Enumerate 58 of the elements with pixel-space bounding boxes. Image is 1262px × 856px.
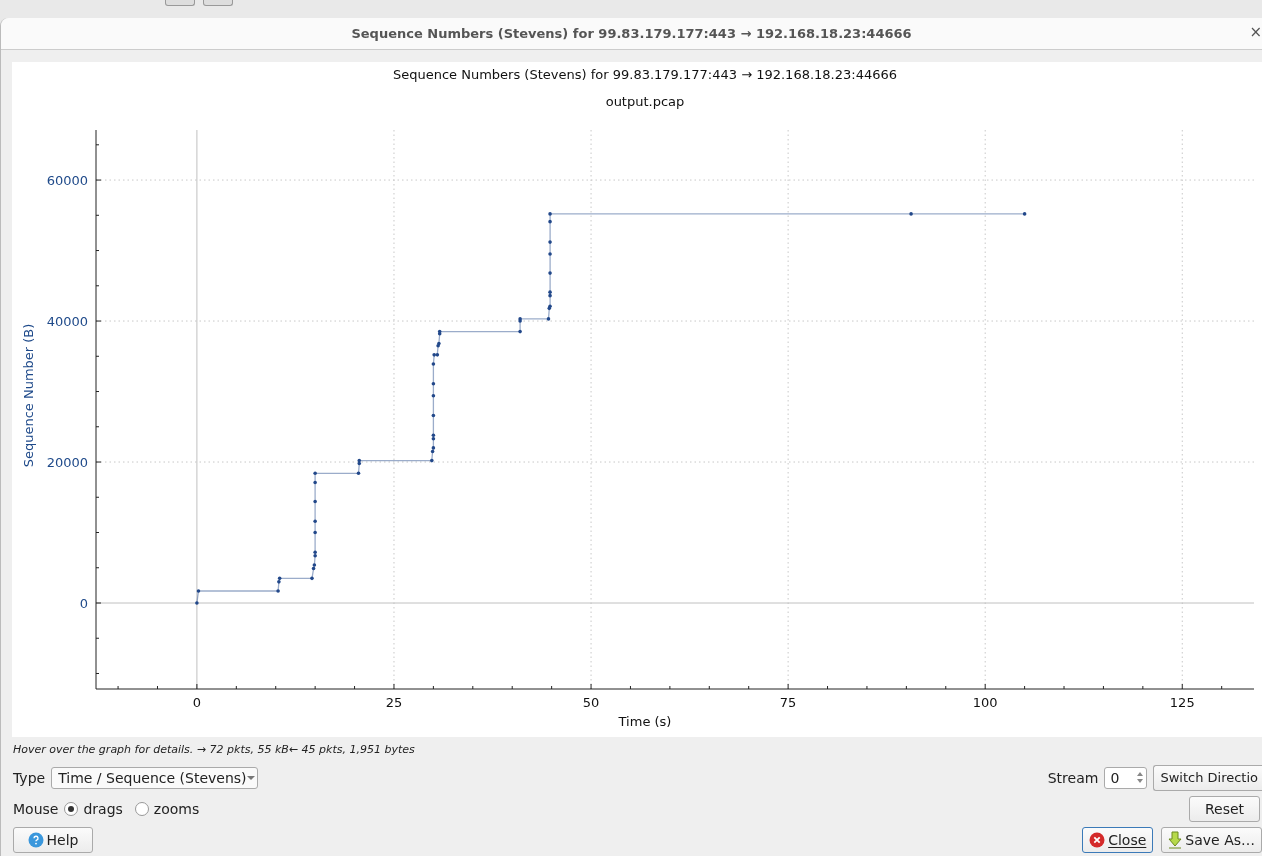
data-point bbox=[518, 329, 522, 334]
data-point bbox=[313, 530, 317, 535]
data-point bbox=[548, 240, 552, 244]
file-name: output.pcap bbox=[605, 94, 685, 109]
tick-label: 40000 bbox=[46, 314, 88, 330]
data-point bbox=[548, 212, 552, 216]
tick-label: 75 bbox=[779, 695, 797, 710]
window-title: Sequence Numbers (Stevens) for 99.83.179.177:443 → 192.168.18.23:44666 bbox=[351, 26, 912, 41]
data-point bbox=[313, 519, 317, 524]
tick-label: 20000 bbox=[46, 455, 88, 470]
help-icon bbox=[27, 831, 44, 848]
tick-label: 0 bbox=[79, 596, 88, 611]
data-point bbox=[431, 413, 436, 418]
download-arrow-icon bbox=[1168, 830, 1183, 849]
data-point bbox=[356, 471, 361, 476]
data-point bbox=[195, 601, 199, 605]
tick-label: 100 bbox=[972, 695, 998, 710]
data-point bbox=[431, 362, 436, 366]
data-point bbox=[548, 252, 552, 256]
tick-label: 0 bbox=[192, 695, 202, 710]
tick-label: 25 bbox=[385, 695, 403, 710]
data-point bbox=[1022, 212, 1027, 216]
close-icon bbox=[1089, 831, 1106, 848]
data-point bbox=[313, 471, 317, 476]
data-point bbox=[548, 219, 552, 224]
toolbar-button[interactable] bbox=[203, 0, 233, 6]
data-point bbox=[548, 271, 552, 275]
close-button[interactable]: × bbox=[1249, 23, 1262, 41]
mouse-mode-radio[interactable]: drags bbox=[64, 800, 123, 817]
data-point bbox=[310, 576, 314, 581]
tick-label: 125 bbox=[1169, 695, 1195, 710]
axis-label: Sequence Number (B) bbox=[21, 323, 36, 468]
chart-title: Sequence Numbers (Stevens) for 99.83.179.177:443 → 192.168.18.23:44666 bbox=[393, 67, 897, 82]
tick-label: 50 bbox=[582, 695, 600, 710]
data-point bbox=[430, 458, 434, 463]
data-point bbox=[276, 589, 280, 593]
data-point bbox=[431, 381, 436, 386]
type-dropdown[interactable]: Time / Sequence (Stevens) bbox=[51, 766, 259, 789]
data-point bbox=[546, 317, 551, 321]
data-point bbox=[313, 480, 317, 485]
stream-spinbox[interactable]: 0 bbox=[1104, 766, 1148, 789]
reset-button[interactable]: Reset bbox=[1189, 795, 1260, 822]
mouse-label: Mouse bbox=[13, 800, 59, 817]
data-point bbox=[431, 393, 436, 398]
help-button[interactable]: Help bbox=[13, 826, 93, 853]
toolbar-button[interactable] bbox=[165, 0, 195, 6]
save-as-button[interactable]: Save As… bbox=[1161, 826, 1262, 853]
close-button[interactable]: Close bbox=[1082, 826, 1154, 853]
mouse-mode-radio[interactable]: zooms bbox=[134, 800, 200, 817]
axis-label: Time (s) bbox=[618, 714, 672, 729]
data-point bbox=[909, 212, 913, 216]
tick-label: 60000 bbox=[46, 173, 88, 189]
stream-label: Stream bbox=[1047, 769, 1099, 786]
data-point bbox=[196, 589, 201, 593]
data-point bbox=[313, 499, 317, 504]
hint-text: Hover over the graph for details. → 72 pkts, 55 kB← 45 pkts, 1,951 bytes bbox=[13, 743, 416, 758]
switch-direction-button[interactable]: Switch Directio bbox=[1153, 764, 1262, 791]
type-label: Type bbox=[13, 769, 46, 786]
